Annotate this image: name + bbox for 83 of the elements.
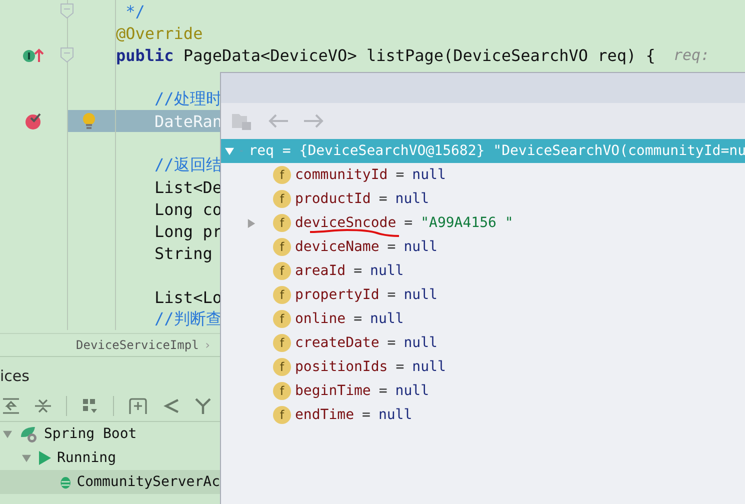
breakpoint-icon[interactable] [24, 112, 44, 130]
expand-arrow-icon[interactable] [247, 218, 256, 228]
code-text: PageData<DeviceVO> listPage(DeviceSearchVO req) { [182, 46, 656, 64]
equals-sign: = [352, 311, 364, 327]
equals-sign: = [403, 215, 414, 231]
equals-sign: = [386, 239, 397, 255]
fold-icon[interactable] [60, 47, 74, 63]
field-name: areaId [295, 263, 346, 279]
group-icon[interactable] [81, 397, 99, 415]
field-icon: f [273, 166, 291, 184]
panel-title: ices [0, 367, 30, 385]
field-icon: f [273, 406, 291, 424]
share-icon[interactable] [162, 397, 180, 415]
variable-value: req = {DeviceSearchVO@15682} "DeviceSearchVO(communityId=nu [248, 143, 745, 159]
field-name: productId [295, 191, 371, 207]
breadcrumb[interactable]: DeviceServiceImpl [76, 338, 199, 352]
field-icon: f [273, 358, 291, 376]
code-text: List<Lo [154, 288, 222, 306]
equals-sign: = [394, 359, 406, 375]
field-name: deviceName [295, 239, 380, 255]
field-name: createDate [295, 335, 380, 351]
run-icon [38, 450, 52, 466]
field-value: null [412, 359, 446, 375]
code-text: @Override [116, 24, 203, 42]
code-comment: //处理时 [154, 88, 222, 110]
field-name: beginTime [295, 383, 371, 399]
expand-arrow-icon[interactable] [225, 146, 234, 156]
field-icon: f [273, 190, 291, 208]
field-value: null [404, 239, 438, 255]
field-value: null [395, 191, 430, 207]
collapse-all-icon[interactable] [34, 397, 52, 415]
code-text: List<De [154, 178, 222, 196]
equals-sign: = [378, 191, 388, 207]
field-value: null [370, 311, 404, 327]
parameter-hint: req: [672, 46, 710, 64]
field-icon: f [273, 238, 291, 256]
back-arrow-icon[interactable] [267, 113, 289, 129]
field-value: null [378, 407, 412, 423]
field-value: "A99A4156 " [420, 215, 514, 231]
expand-all-icon[interactable] [2, 397, 20, 415]
field-icon: f [273, 286, 291, 304]
tree-item[interactable]: Running [0, 446, 220, 470]
equals-sign: = [386, 335, 397, 351]
breadcrumb-separator: › [204, 338, 212, 352]
code-text: DateRan [154, 112, 222, 130]
field-value: null [404, 287, 438, 303]
branch-icon[interactable] [194, 397, 212, 415]
field-icon: f [273, 214, 291, 232]
field-name: communityId [295, 167, 388, 183]
code-comment: //判断查 [154, 308, 222, 330]
field-icon: f [273, 382, 291, 400]
equals-sign: = [386, 287, 397, 303]
field-value: null [412, 167, 446, 183]
folder-icon[interactable] [231, 111, 253, 131]
field-icon: f [273, 262, 291, 280]
tree-item[interactable]: Spring Boot [0, 422, 220, 446]
equals-sign: = [361, 407, 372, 423]
forward-arrow-icon[interactable] [303, 113, 325, 129]
equals-sign: = [352, 263, 364, 279]
field-value: null [370, 263, 404, 279]
tree-item[interactable]: CommunityServerAc [0, 470, 220, 494]
expand-arrow-icon[interactable] [2, 430, 12, 438]
code-text: Long pr [154, 222, 222, 240]
field-name: propertyId [295, 287, 380, 303]
fold-icon[interactable] [60, 3, 74, 19]
code-comment: */ [124, 2, 145, 20]
field-name: endTime [295, 407, 354, 423]
field-value: null [395, 383, 430, 399]
equals-sign: = [378, 383, 388, 399]
field-value: null [404, 335, 438, 351]
field-name: deviceSncode [295, 215, 396, 231]
field-icon: f [273, 334, 291, 352]
equals-sign: = [394, 167, 406, 183]
spring-boot-icon [19, 425, 39, 443]
field-icon: f [273, 310, 291, 328]
code-text: String [154, 244, 212, 262]
field-name: online [295, 311, 346, 327]
code-text: public [116, 46, 174, 64]
lightbulb-icon[interactable] [82, 112, 96, 130]
implemented-icon[interactable] [22, 47, 46, 63]
field-name: positionIds [295, 359, 388, 375]
add-service-icon[interactable] [128, 397, 148, 415]
expand-arrow-icon[interactable] [22, 454, 30, 462]
